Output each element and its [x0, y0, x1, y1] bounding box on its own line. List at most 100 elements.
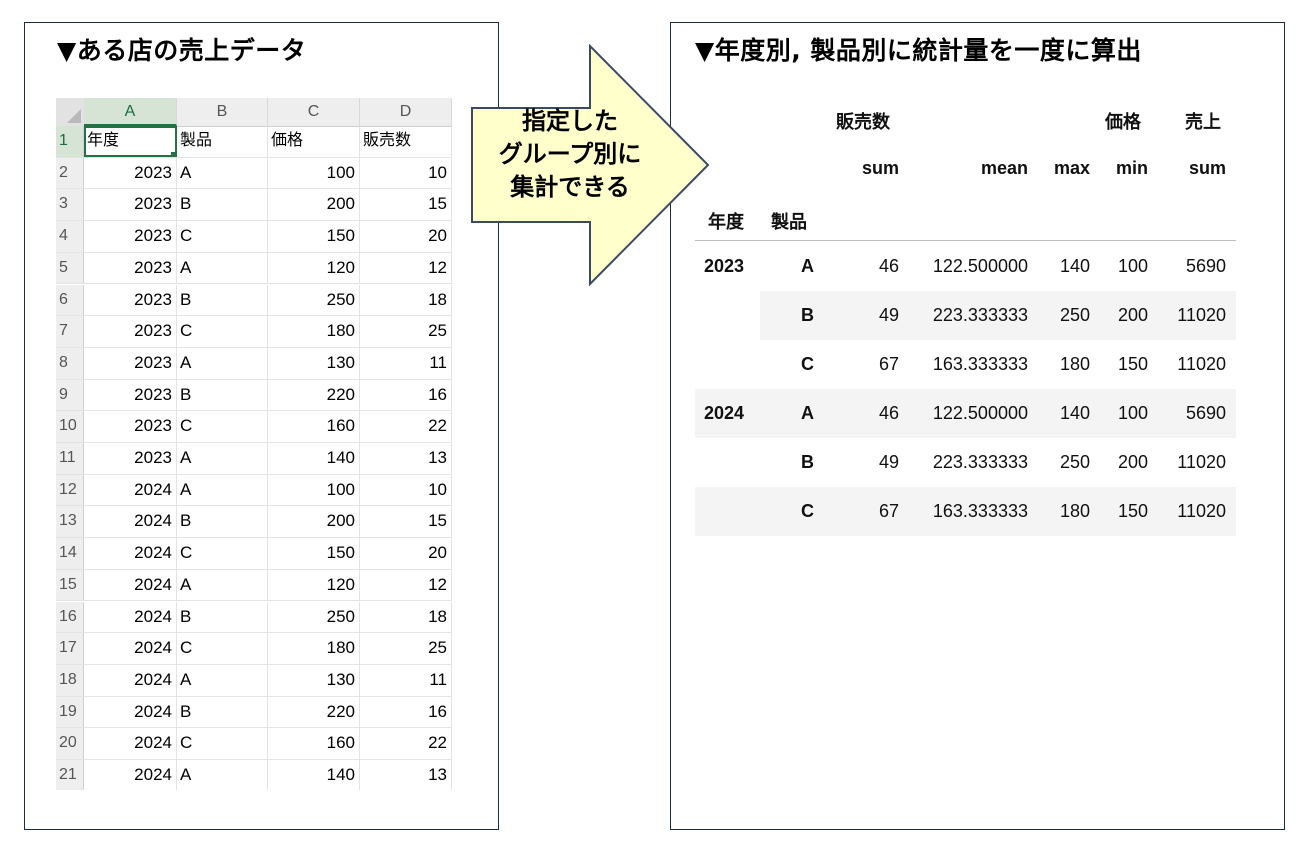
cell-year[interactable]: 2024: [84, 538, 177, 569]
row-header[interactable]: 2: [56, 157, 84, 189]
cell-product[interactable]: A: [177, 443, 268, 474]
row-header[interactable]: 5: [56, 252, 84, 284]
cell-year[interactable]: 2023: [84, 157, 177, 189]
cell-product[interactable]: C: [177, 316, 268, 347]
cell-units[interactable]: 13: [360, 760, 452, 790]
cell-price[interactable]: 130: [268, 664, 360, 696]
row-header[interactable]: 16: [56, 601, 84, 633]
cell-price[interactable]: 100: [268, 474, 360, 506]
cell-year[interactable]: 2023: [84, 221, 177, 252]
cell-units[interactable]: 11: [360, 347, 452, 379]
cell-price[interactable]: 160: [268, 411, 360, 442]
select-all-corner[interactable]: [56, 98, 84, 126]
cell-year[interactable]: 2024: [84, 506, 177, 538]
cell-product[interactable]: A: [177, 157, 268, 189]
cell-year[interactable]: 2024: [84, 474, 177, 506]
cell-product[interactable]: A: [177, 474, 268, 506]
cell-units[interactable]: 16: [360, 696, 452, 728]
cell-units[interactable]: 11: [360, 664, 452, 696]
row-header[interactable]: 8: [56, 347, 84, 379]
row-header[interactable]: 14: [56, 538, 84, 569]
cell-header-year[interactable]: 年度: [84, 126, 177, 157]
row-header[interactable]: 21: [56, 760, 84, 790]
cell-price[interactable]: 120: [268, 252, 360, 284]
cell-price[interactable]: 200: [268, 189, 360, 221]
cell-price[interactable]: 220: [268, 379, 360, 411]
cell-product[interactable]: A: [177, 569, 268, 601]
cell-year[interactable]: 2024: [84, 601, 177, 633]
cell-price[interactable]: 140: [268, 443, 360, 474]
cell-price[interactable]: 130: [268, 347, 360, 379]
cell-price[interactable]: 250: [268, 601, 360, 633]
cell-product[interactable]: C: [177, 411, 268, 442]
row-header[interactable]: 17: [56, 633, 84, 664]
row-header[interactable]: 15: [56, 569, 84, 601]
cell-year[interactable]: 2023: [84, 347, 177, 379]
cell-units[interactable]: 20: [360, 221, 452, 252]
cell-product[interactable]: C: [177, 221, 268, 252]
cell-units[interactable]: 15: [360, 189, 452, 221]
cell-units[interactable]: 12: [360, 569, 452, 601]
cell-units[interactable]: 25: [360, 633, 452, 664]
cell-product[interactable]: A: [177, 760, 268, 790]
cell-product[interactable]: C: [177, 728, 268, 759]
cell-units[interactable]: 10: [360, 474, 452, 506]
cell-year[interactable]: 2024: [84, 696, 177, 728]
cell-year[interactable]: 2024: [84, 569, 177, 601]
cell-product[interactable]: B: [177, 601, 268, 633]
cell-header-price[interactable]: 価格: [268, 126, 360, 157]
row-header[interactable]: 11: [56, 443, 84, 474]
row-header[interactable]: 6: [56, 284, 84, 316]
cell-year[interactable]: 2023: [84, 411, 177, 442]
cell-product[interactable]: C: [177, 633, 268, 664]
cell-units[interactable]: 25: [360, 316, 452, 347]
cell-price[interactable]: 100: [268, 157, 360, 189]
cell-year[interactable]: 2024: [84, 633, 177, 664]
cell-units[interactable]: 20: [360, 538, 452, 569]
cell-units[interactable]: 22: [360, 411, 452, 442]
cell-price[interactable]: 200: [268, 506, 360, 538]
cell-units[interactable]: 18: [360, 601, 452, 633]
cell-price[interactable]: 150: [268, 538, 360, 569]
column-header-d[interactable]: D: [360, 98, 452, 126]
row-header[interactable]: 9: [56, 379, 84, 411]
cell-product[interactable]: B: [177, 379, 268, 411]
row-header[interactable]: 1: [56, 126, 84, 157]
cell-price[interactable]: 140: [268, 760, 360, 790]
cell-price[interactable]: 180: [268, 633, 360, 664]
cell-price[interactable]: 250: [268, 284, 360, 316]
row-header[interactable]: 18: [56, 664, 84, 696]
cell-units[interactable]: 12: [360, 252, 452, 284]
cell-year[interactable]: 2023: [84, 443, 177, 474]
row-header[interactable]: 12: [56, 474, 84, 506]
row-header[interactable]: 3: [56, 189, 84, 221]
column-header-b[interactable]: B: [177, 98, 268, 126]
row-header[interactable]: 10: [56, 411, 84, 442]
cell-year[interactable]: 2023: [84, 252, 177, 284]
cell-units[interactable]: 18: [360, 284, 452, 316]
row-header[interactable]: 13: [56, 506, 84, 538]
cell-year[interactable]: 2023: [84, 379, 177, 411]
row-header[interactable]: 19: [56, 696, 84, 728]
spreadsheet-grid[interactable]: A B C D 1 年度 製品 価格 販売数 2 2023 A 100 10 3 2023 B…: [56, 98, 452, 790]
cell-product[interactable]: B: [177, 284, 268, 316]
cell-header-units[interactable]: 販売数: [360, 126, 452, 157]
cell-product[interactable]: A: [177, 347, 268, 379]
cell-price[interactable]: 180: [268, 316, 360, 347]
row-header[interactable]: 4: [56, 221, 84, 252]
cell-product[interactable]: B: [177, 696, 268, 728]
row-header[interactable]: 20: [56, 728, 84, 759]
cell-year[interactable]: 2023: [84, 316, 177, 347]
column-header-a[interactable]: A: [84, 98, 177, 126]
cell-units[interactable]: 15: [360, 506, 452, 538]
cell-year[interactable]: 2023: [84, 284, 177, 316]
cell-price[interactable]: 120: [268, 569, 360, 601]
cell-price[interactable]: 150: [268, 221, 360, 252]
cell-price[interactable]: 160: [268, 728, 360, 759]
cell-product[interactable]: B: [177, 189, 268, 221]
cell-header-product[interactable]: 製品: [177, 126, 268, 157]
column-header-c[interactable]: C: [268, 98, 360, 126]
cell-year[interactable]: 2024: [84, 728, 177, 759]
cell-year[interactable]: 2024: [84, 760, 177, 790]
cell-units[interactable]: 22: [360, 728, 452, 759]
